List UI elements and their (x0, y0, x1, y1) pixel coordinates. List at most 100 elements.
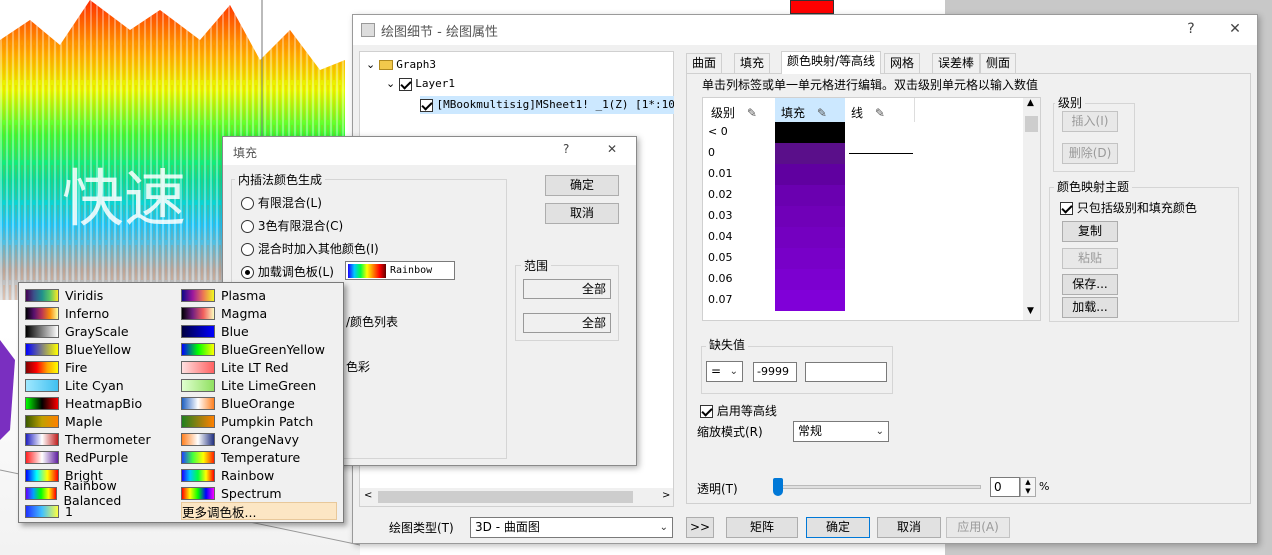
palette-item[interactable]: Temperature (181, 448, 329, 466)
load-theme-button[interactable]: 加载... (1062, 297, 1118, 318)
level-cell[interactable]: 0.07 (708, 293, 733, 306)
ok-button[interactable]: 确定 (806, 517, 870, 538)
option-load-palette[interactable]: 加载调色板(L) (241, 263, 334, 280)
enable-contour-row[interactable]: 启用等高线 (700, 402, 777, 419)
palette-item[interactable]: Lite LT Red (181, 358, 329, 376)
tab-mesh[interactable]: 网格 (884, 53, 921, 73)
palette-item[interactable]: Rainbow Balanced (25, 478, 173, 508)
palette-select[interactable]: Rainbow (345, 261, 455, 280)
level-cell[interactable]: 0.03 (708, 209, 733, 222)
scroll-up-icon[interactable]: ▲ (1027, 98, 1034, 108)
palette-item[interactable]: HeatmapBio (25, 394, 173, 412)
grid-vertical-scrollbar[interactable]: ▲ ▼ (1023, 98, 1040, 320)
fill-cell[interactable] (775, 143, 845, 164)
enable-contour-checkbox[interactable] (700, 405, 713, 418)
column-header-line[interactable]: 线 ✎ (851, 104, 885, 121)
option-3color-mix[interactable]: 3色有限混合(C) (241, 217, 343, 234)
palette-item[interactable]: 1 (25, 502, 173, 520)
grid-row[interactable]: 0.01 (703, 164, 1023, 185)
level-cell[interactable]: 0 (708, 146, 715, 159)
tree-horizontal-scrollbar[interactable]: < > (360, 488, 673, 506)
grid-row[interactable]: 0.07 (703, 290, 1023, 311)
plot-details-titlebar[interactable]: 绘图细节 - 绘图属性 ? ✕ (353, 15, 1257, 45)
only-levels-checkbox[interactable] (1060, 202, 1073, 215)
level-cell[interactable]: 0.04 (708, 230, 733, 243)
palette-item[interactable]: Maple (25, 412, 173, 430)
scroll-down-icon[interactable]: ▼ (1027, 306, 1034, 316)
grid-row[interactable]: 0 (703, 143, 1023, 164)
column-header-fill[interactable]: 填充 ✎ (775, 98, 845, 122)
tree-node-layer[interactable]: ⌄ Layer1 (386, 77, 455, 91)
radio[interactable] (241, 266, 254, 279)
missing-op-select[interactable]: = ⌄ (706, 361, 743, 382)
tree-node-graph[interactable]: ⌄ Graph3 (366, 58, 436, 71)
fill-cell[interactable] (775, 164, 845, 185)
help-button[interactable]: ? (563, 142, 569, 156)
transparency-slider[interactable] (773, 477, 983, 497)
line-cell[interactable] (849, 153, 913, 154)
level-cell[interactable]: < 0 (708, 125, 728, 138)
level-cell[interactable]: 0.01 (708, 167, 733, 180)
only-levels-checkbox-row[interactable]: 只包括级别和填充颜色 (1060, 199, 1197, 216)
delete-button[interactable]: 删除(D) (1062, 143, 1118, 164)
option-limited-mix[interactable]: 有限混合(L) (241, 194, 322, 211)
tree-node-plot[interactable]: [MBookmultisig]MSheet1! _1(Z) [1*:10485 (420, 96, 674, 114)
transparency-spinner[interactable]: ▲ ▼ (1020, 477, 1036, 497)
fill-titlebar[interactable]: 填充 ? ✕ (223, 137, 636, 165)
help-button[interactable]: ? (1181, 21, 1201, 39)
plot-type-select[interactable]: 3D - 曲面图 ⌄ (470, 517, 673, 538)
palette-item[interactable]: RedPurple (25, 448, 173, 466)
grid-row[interactable]: 0.04 (703, 227, 1023, 248)
fill-cell[interactable] (775, 269, 845, 290)
scroll-thumb[interactable] (1025, 116, 1038, 132)
paste-button[interactable]: 粘贴 (1062, 248, 1118, 269)
palette-item[interactable]: Fire (25, 358, 173, 376)
insert-button[interactable]: 插入(I) (1062, 111, 1118, 132)
transparency-input[interactable]: 0 (990, 477, 1020, 497)
plot-checkbox[interactable] (420, 98, 433, 112)
tab-side[interactable]: 侧面 (980, 53, 1017, 73)
tab-surface[interactable]: 曲面 (686, 53, 723, 73)
palette-item[interactable]: BlueOrange (181, 394, 329, 412)
option-add-colors[interactable]: 混合时加入其他颜色(I) (241, 240, 379, 257)
close-icon[interactable]: ✕ (607, 142, 617, 156)
palette-item[interactable]: Lite Cyan (25, 376, 173, 394)
palette-item[interactable]: GrayScale (25, 322, 173, 340)
more-button[interactable]: >> (686, 517, 714, 538)
tab-fill[interactable]: 填充 (734, 53, 771, 73)
palette-item[interactable]: OrangeNavy (181, 430, 329, 448)
palette-item[interactable]: Magma (181, 304, 329, 322)
fill-cell[interactable] (775, 185, 845, 206)
tab-errorbar[interactable]: 误差棒 (932, 53, 981, 73)
level-cell[interactable]: 0.02 (708, 188, 733, 201)
fill-cell[interactable] (775, 248, 845, 269)
cancel-button[interactable]: 取消 (877, 517, 941, 538)
scroll-thumb[interactable] (378, 491, 633, 503)
radio[interactable] (241, 197, 254, 210)
palette-item[interactable]: Spectrum (181, 484, 329, 502)
column-header-level[interactable]: 级别 ✎ (711, 104, 757, 121)
palette-item[interactable]: Rainbow (181, 466, 329, 484)
range-field-1[interactable]: 全部 (523, 279, 611, 299)
palette-item[interactable]: Blue (181, 322, 329, 340)
grid-row[interactable]: 0.05 (703, 248, 1023, 269)
missing-value-input[interactable]: -9999 (753, 362, 797, 382)
tab-colormap[interactable]: 颜色映射/等高线 (781, 51, 882, 74)
chevron-down-icon[interactable]: ⌄ (386, 77, 395, 90)
workbook-button[interactable]: 矩阵 (726, 517, 798, 538)
chevron-down-icon[interactable]: ⌄ (366, 58, 375, 71)
missing-extra-input[interactable] (805, 362, 887, 382)
fill-cell[interactable] (775, 122, 845, 143)
radio[interactable] (241, 243, 254, 256)
palette-item[interactable]: BlueYellow (25, 340, 173, 358)
apply-button[interactable]: 应用(A) (946, 517, 1010, 538)
palette-item[interactable]: Thermometer (25, 430, 173, 448)
palette-item[interactable]: Inferno (25, 304, 173, 322)
fill-cancel-button[interactable]: 取消 (545, 203, 619, 224)
palette-item[interactable]: Lite LimeGreen (181, 376, 329, 394)
grid-row[interactable]: 0.03 (703, 206, 1023, 227)
slider-thumb[interactable] (773, 478, 783, 496)
scroll-left-icon[interactable]: < (364, 490, 372, 501)
level-cell[interactable]: 0.06 (708, 272, 733, 285)
radio[interactable] (241, 220, 254, 233)
